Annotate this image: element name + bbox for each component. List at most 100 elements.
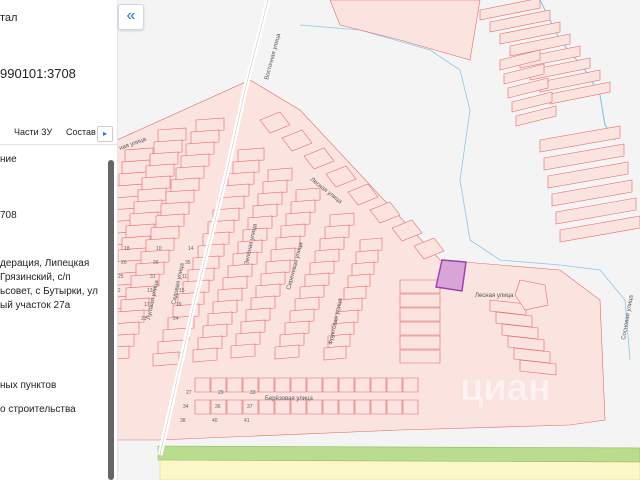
address-line-2: Грязинский, с/п (0, 272, 71, 283)
parcel-number: 33 (250, 390, 256, 396)
parcel-number: 25 (118, 274, 124, 280)
tab-parts[interactable]: Части ЗУ (14, 127, 52, 137)
parcel (294, 296, 320, 312)
parcel (402, 399, 419, 415)
parcel (274, 399, 291, 415)
parcel (290, 399, 307, 415)
parcel (150, 225, 180, 241)
parcel-number: 41 (244, 418, 250, 424)
parcel (280, 223, 306, 239)
cadastral-map[interactable]: 1810142026352531111213151617192123242729… (117, 0, 640, 480)
parcel (170, 177, 200, 193)
parcel (343, 285, 367, 301)
info-panel: тал 990101:3708 Части ЗУ Состав ▸ ние 70… (0, 0, 118, 480)
parcel (190, 129, 220, 145)
parcel (386, 399, 403, 415)
number-value: 708 (0, 210, 17, 221)
parcel (160, 201, 190, 217)
panel-title-fragment: тал (0, 12, 18, 24)
parcel-number: 31 (150, 274, 156, 280)
parcel (399, 279, 441, 294)
parcel-number: 37 (247, 404, 253, 410)
parcel (117, 309, 145, 325)
parcel-number: 20 (121, 260, 127, 266)
parcel (197, 335, 223, 351)
status-value: ние (0, 154, 17, 165)
parcel (155, 213, 185, 229)
parcel (255, 283, 281, 299)
tab-composition[interactable]: Состав (66, 127, 96, 137)
collapse-panel-icon[interactable]: « (118, 4, 144, 30)
parcel (117, 333, 135, 348)
parcel (322, 377, 339, 393)
parcel (252, 203, 278, 219)
parcel (217, 287, 243, 303)
parcel-number: 24 (173, 316, 179, 322)
parcel (192, 347, 218, 363)
parcel-number: 18 (124, 246, 130, 252)
panel-scrollbar[interactable] (108, 160, 114, 480)
parcel-number: 40 (212, 418, 218, 424)
parcel (226, 377, 243, 393)
parcel (237, 147, 265, 163)
parcel (274, 344, 300, 360)
green-strip (157, 445, 640, 463)
parcel (245, 307, 271, 323)
parcel (299, 284, 325, 300)
street-label-berezovaya: Берёзовая улица (265, 396, 313, 402)
parcel (194, 399, 211, 415)
parcel (267, 167, 293, 183)
parcel (274, 377, 291, 393)
address-line-1: дерация, Липецкая (0, 258, 90, 269)
parcel (338, 399, 355, 415)
parcel-number: 26 (153, 260, 159, 266)
watermark: циан (460, 367, 551, 409)
parcel (386, 377, 403, 393)
parcel (194, 377, 211, 393)
parcel (195, 117, 225, 133)
parcel (227, 171, 255, 187)
parcel (295, 187, 321, 203)
street-label-vostochnaya: Восточная улица (264, 33, 282, 81)
parcel-number: 29 (218, 390, 224, 396)
parcel (235, 331, 261, 347)
parcel (402, 377, 419, 393)
parcel (309, 260, 335, 276)
parcel-number: 10 (156, 246, 162, 252)
parcel (270, 247, 296, 263)
parcel (240, 319, 266, 335)
parcel (279, 332, 305, 348)
parcel (359, 237, 383, 253)
parcel (165, 189, 195, 205)
parcel (399, 293, 441, 308)
parcel (262, 179, 288, 195)
parcel-number: 35 (185, 260, 191, 266)
use-value: о строительства (0, 404, 76, 415)
parcel (323, 345, 347, 361)
parcel (306, 399, 323, 415)
parcel (399, 321, 441, 336)
category-value: ных пунктов (0, 380, 57, 391)
tab-scroll-right-icon[interactable]: ▸ (97, 126, 113, 142)
parcel (258, 377, 275, 393)
selected-parcel[interactable] (435, 259, 467, 292)
parcel (306, 377, 323, 393)
parcel (226, 399, 243, 415)
parcel (354, 377, 371, 393)
parcel (354, 399, 371, 415)
parcel (207, 311, 233, 327)
map-canvas[interactable]: 1810142026352531111213151617192123242729… (117, 0, 640, 480)
parcel (370, 399, 387, 415)
parcel (304, 272, 330, 288)
address-line-4: ый участок 27а (0, 300, 71, 311)
parcel (250, 295, 276, 311)
parcel (322, 399, 339, 415)
parcel (399, 349, 441, 364)
parcel (285, 211, 311, 227)
parcel (222, 275, 248, 291)
parcel (290, 199, 316, 215)
parcel (227, 263, 253, 279)
parcel (175, 165, 205, 181)
parcel (230, 343, 256, 359)
parcel (399, 307, 441, 322)
